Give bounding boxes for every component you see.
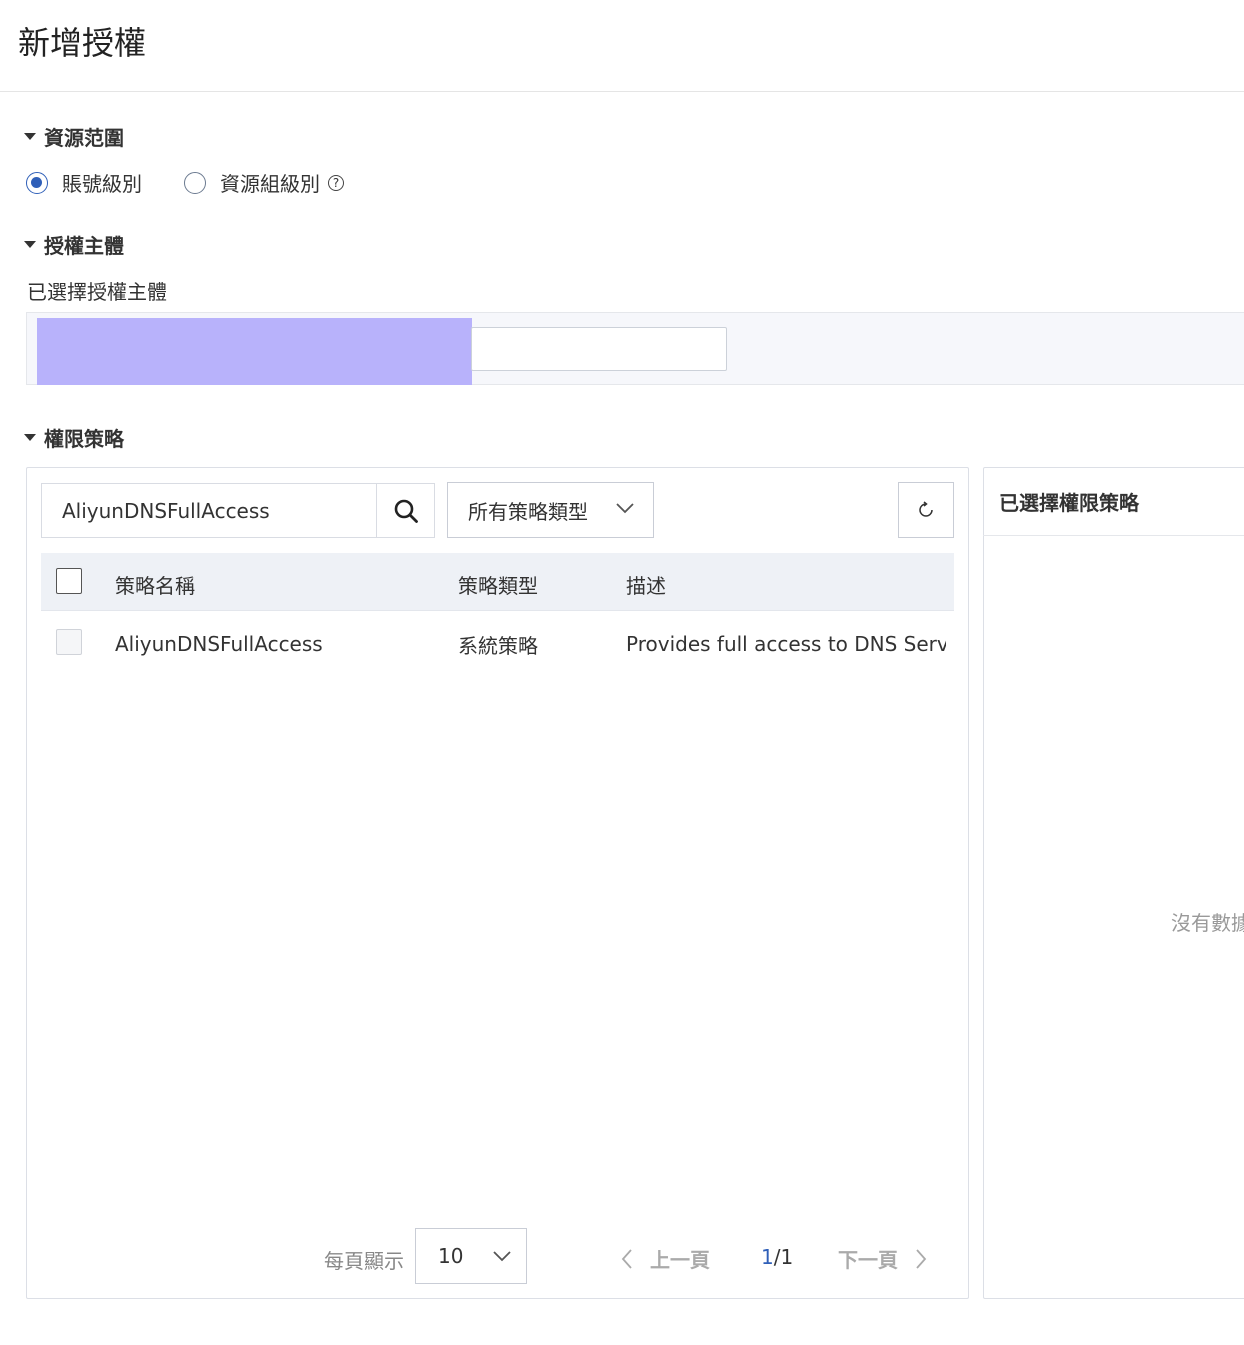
caret-down-icon [24, 434, 36, 441]
radio-resource-group-level-label: 資源組級別 [220, 172, 320, 196]
total-pages: /1 [773, 1245, 794, 1269]
search-icon [394, 499, 418, 523]
radio-selected-icon[interactable] [26, 171, 48, 194]
column-header-policy-name[interactable]: 策略名稱 [115, 570, 195, 599]
policy-search-input[interactable] [42, 484, 376, 537]
principal-section-toggle[interactable]: 授權主體 [24, 230, 124, 259]
per-page-select[interactable]: 10 [415, 1228, 527, 1284]
search-button[interactable] [376, 484, 434, 537]
policy-type-cell: 系統策略 [458, 634, 538, 658]
prev-page-button[interactable]: 上一頁 [620, 1244, 710, 1273]
next-page-button[interactable]: 下一頁 [838, 1244, 928, 1273]
per-page-label: 每頁顯示 [324, 1249, 404, 1273]
radio-unselected-icon[interactable] [184, 171, 206, 194]
policy-name-cell: AliyunDNSFullAccess [115, 632, 323, 656]
chevron-right-icon [916, 1248, 927, 1269]
selected-policies-header: 已選擇權限策略 [983, 467, 1244, 536]
policy-type-select-value: 所有策略類型 [468, 499, 588, 524]
chevron-down-icon [493, 1251, 511, 1262]
chevron-left-icon [621, 1248, 632, 1269]
next-page-label: 下一頁 [838, 1248, 898, 1272]
principal-input[interactable] [471, 327, 727, 371]
selected-principal-label: 已選擇授權主體 [27, 280, 167, 304]
principal-heading: 授權主體 [44, 234, 124, 258]
selected-policies-heading: 已選擇權限策略 [999, 490, 1139, 515]
redacted-principal [37, 318, 472, 385]
column-header-policy-type[interactable]: 策略類型 [458, 570, 538, 599]
per-page-value: 10 [438, 1244, 464, 1268]
radio-account-level[interactable]: 賬號級別 [26, 168, 142, 197]
selected-policies-panel [983, 467, 1244, 1299]
page-title: 新增授權 [18, 24, 147, 62]
refresh-button[interactable] [898, 482, 954, 538]
resource-scope-section-toggle[interactable]: 資源范圍 [24, 122, 124, 151]
caret-down-icon [24, 241, 36, 248]
caret-down-icon [24, 133, 36, 140]
select-all-checkbox[interactable] [56, 568, 82, 594]
policy-type-select[interactable]: 所有策略類型 [447, 482, 654, 538]
help-icon[interactable]: ? [328, 174, 344, 191]
radio-account-level-label: 賬號級別 [62, 172, 142, 196]
policy-search-box [41, 483, 435, 538]
column-header-description[interactable]: 描述 [626, 570, 666, 599]
radio-resource-group-level[interactable]: 資源組級別 ? [184, 168, 344, 197]
refresh-icon [919, 501, 933, 517]
chevron-down-icon [616, 503, 634, 514]
policies-section-toggle[interactable]: 權限策略 [24, 423, 124, 452]
row-checkbox[interactable] [56, 629, 82, 655]
current-page: 1 [761, 1245, 774, 1269]
resource-scope-heading: 資源范圍 [44, 126, 124, 150]
header-divider [0, 91, 1244, 92]
policies-heading: 權限策略 [44, 427, 124, 451]
page-indicator: 1/1 [761, 1245, 793, 1269]
policy-description-cell: Provides full access to DNS Serv... [626, 632, 946, 656]
prev-page-label: 上一頁 [650, 1248, 710, 1272]
empty-state-text: 沒有數據 [1171, 911, 1244, 935]
